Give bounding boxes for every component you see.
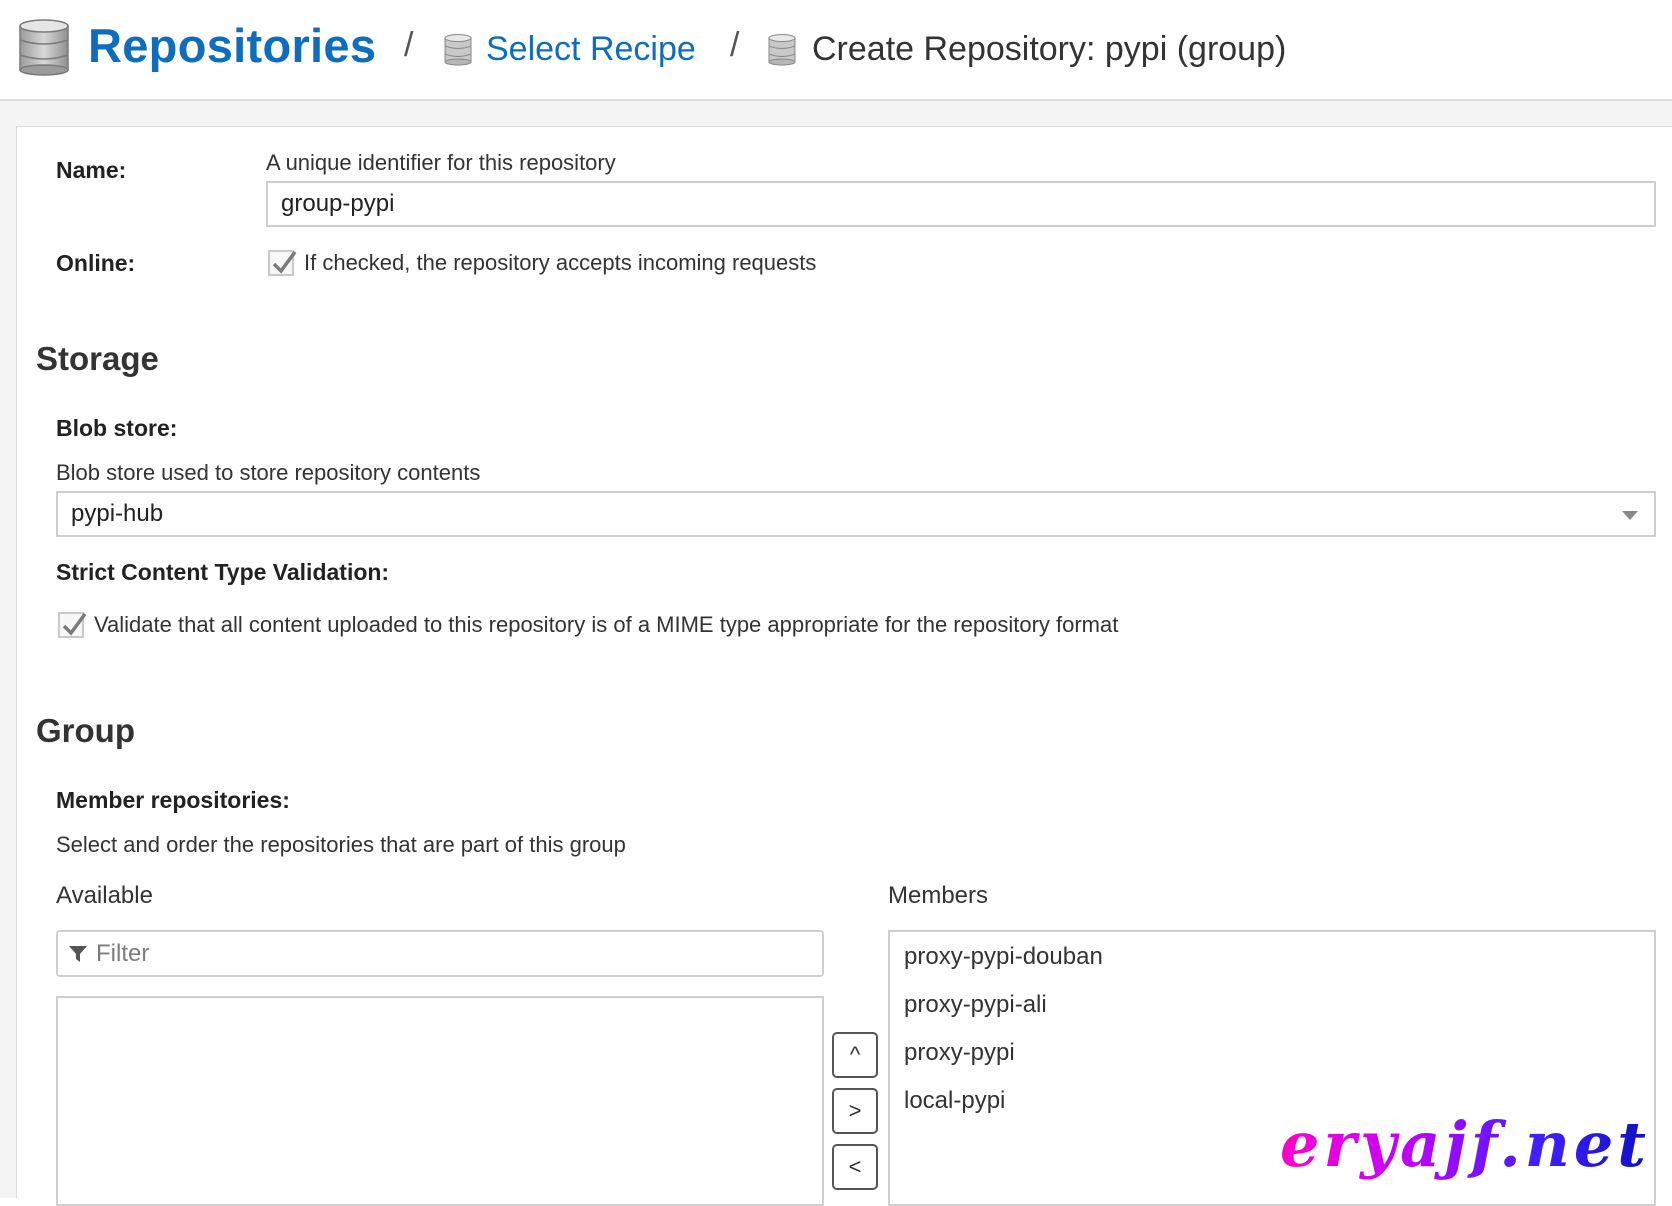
watermark: eryajf.net	[1280, 1108, 1650, 1181]
member-repositories-help: Select and order the repositories that a…	[56, 832, 626, 857]
blob-store-label: Blob store:	[56, 415, 178, 441]
available-label: Available	[56, 882, 153, 909]
name-help: A unique identifier for this repository	[266, 150, 616, 175]
chevron-down-icon[interactable]	[1622, 511, 1638, 520]
strict-validation-label: Strict Content Type Validation:	[56, 559, 390, 585]
move-up-button[interactable]: ^	[832, 1032, 878, 1078]
online-help: If checked, the repository accepts incom…	[304, 250, 817, 275]
online-checkbox[interactable]	[268, 250, 297, 276]
breadcrumb-current: Create Repository: pypi (group)	[812, 30, 1287, 68]
page-header: Repositories / Select Recipe / Create Re…	[0, 0, 1672, 101]
filter-icon	[69, 946, 87, 962]
group-section-title: Group	[36, 712, 135, 749]
checkmark-icon	[272, 250, 297, 274]
filter-input[interactable]: Filter	[56, 930, 824, 977]
filter-placeholder: Filter	[96, 940, 150, 967]
name-input[interactable]: group-pypi	[266, 181, 1656, 227]
database-icon	[768, 34, 796, 71]
available-list[interactable]	[56, 996, 824, 1206]
online-label: Online:	[56, 250, 136, 276]
blob-store-value: pypi-hub	[71, 500, 164, 527]
remove-member-button[interactable]: <	[832, 1144, 878, 1190]
member-repositories-label: Member repositories:	[56, 787, 290, 813]
blob-store-select[interactable]: pypi-hub	[56, 491, 1656, 537]
chevron-up-icon: ^	[849, 1042, 861, 1067]
chevron-right-icon: >	[848, 1098, 862, 1123]
database-icon	[444, 34, 472, 71]
storage-section-title: Storage	[36, 340, 159, 377]
list-item[interactable]: proxy-pypi-ali	[904, 991, 1047, 1019]
strict-validation-checkbox[interactable]	[58, 612, 87, 638]
chevron-left-icon: <	[848, 1154, 862, 1179]
breadcrumb-separator: /	[404, 26, 414, 64]
page-title[interactable]: Repositories	[88, 18, 376, 73]
breadcrumb-separator: /	[730, 26, 740, 64]
blob-store-help: Blob store used to store repository cont…	[56, 460, 481, 485]
list-item[interactable]: proxy-pypi	[904, 1039, 1015, 1067]
name-label: Name:	[56, 157, 127, 183]
checkmark-icon	[62, 612, 87, 636]
list-item[interactable]: local-pypi	[904, 1087, 1005, 1115]
breadcrumb-select-recipe[interactable]: Select Recipe	[486, 30, 696, 69]
add-member-button[interactable]: >	[832, 1088, 878, 1134]
list-item[interactable]: proxy-pypi-douban	[904, 943, 1103, 971]
database-icon	[18, 18, 70, 81]
strict-validation-help: Validate that all content uploaded to th…	[94, 612, 1119, 637]
members-label: Members	[888, 882, 989, 909]
